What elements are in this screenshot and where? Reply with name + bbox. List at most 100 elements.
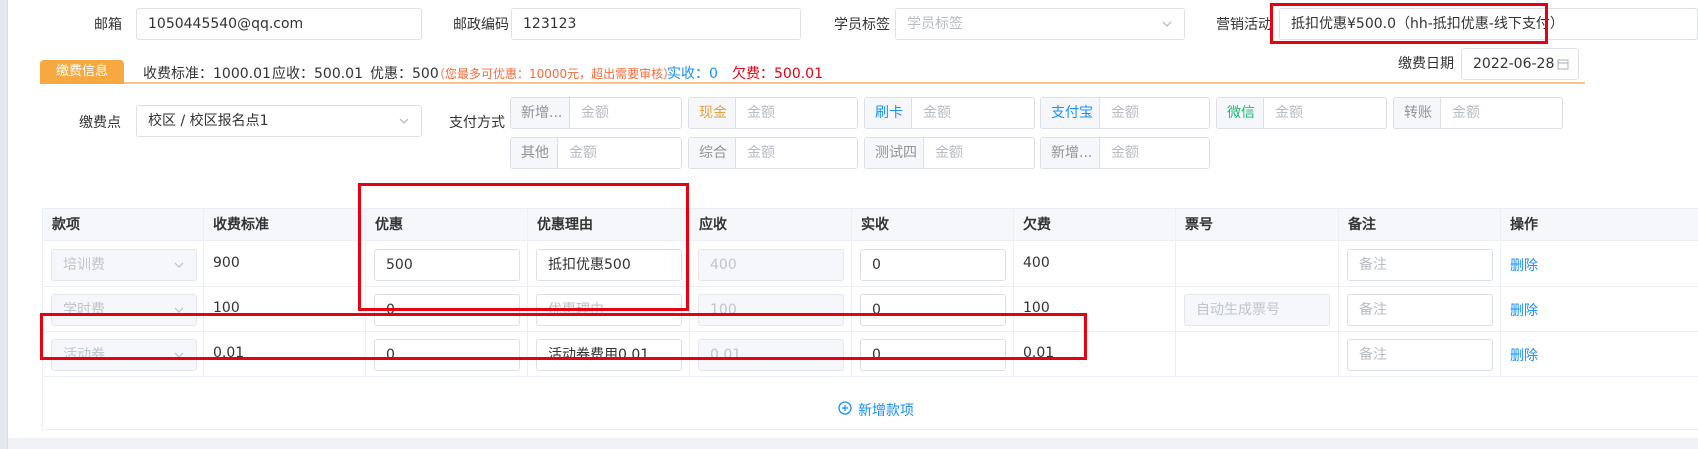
payment-method-r1-4[interactable]: 微信 金额 [1216,97,1387,129]
highlight-voucher-row [40,313,1087,360]
marketing-label: 营销活动 [1216,17,1272,33]
payment-summary-bar: 缴费信息 收费标准：1000.01 应收：500.01 优惠：500 （您最多可… [40,60,1585,84]
payment-amount-input[interactable]: 金额 [1264,98,1314,128]
standard-value: 900 [213,255,240,271]
payment-amount-input[interactable]: 金额 [1441,98,1491,128]
column-header-item: 款项 [43,209,204,241]
column-header-note: 备注 [1339,209,1501,241]
add-item-button[interactable]: 新增款项 [838,400,914,420]
chevron-down-icon [172,258,186,272]
cell-note: 备注 [1339,332,1501,377]
actual-input[interactable]: 0 [860,249,1006,281]
left-edge [0,0,8,449]
payment-method-name: 转账 [1394,98,1441,128]
summary-owed: 欠费：500.01 [732,66,823,82]
payment-form-panel: 邮箱 1050445540@qq.com 邮政编码 123123 学员标签 学员… [8,0,1698,438]
table-row: 培训费 900 500 抵扣优惠500 400 0 400 备注 删除 [43,242,1698,288]
payment-method-r2-0[interactable]: 其他 金额 [510,137,682,169]
chevron-down-icon [397,114,411,128]
chevron-down-icon [1160,17,1174,31]
column-header-action: 操作 [1501,209,1698,241]
add-item-label: 新增款项 [858,403,914,419]
payment-method-r1-5[interactable]: 转账 金额 [1393,97,1563,129]
payment-method-name: 其他 [511,138,558,168]
cell-ticket [1176,242,1339,288]
cell-ticket [1176,332,1339,377]
payment-method-name: 新增... [511,98,570,128]
table-header: 款项 收费标准 优惠 优惠理由 应收 实收 欠费 票号 备注 操作 [43,209,1698,241]
cell-standard: 900 [204,242,366,287]
payment-amount-input[interactable]: 金额 [736,138,786,168]
delete-link[interactable]: 删除 [1510,300,1538,320]
cell-action: 删除 [1501,242,1698,287]
note-input[interactable]: 备注 [1347,249,1493,281]
payment-method-r2-1[interactable]: 综合 金额 [688,137,858,169]
email-label: 邮箱 [94,17,122,33]
add-row-area: 新增款项 [43,388,1698,430]
cell-owed: 400 [1014,242,1176,287]
payment-method-r2-3[interactable]: 新增... 金额 [1040,137,1210,169]
cell-actual: 0 [852,242,1014,287]
payment-method-r1-0[interactable]: 新增... 金额 [510,97,682,129]
payment-amount-input[interactable]: 金额 [570,98,620,128]
cell-note: 备注 [1339,242,1501,287]
receivable-input: 400 [698,249,844,281]
note-input[interactable]: 备注 [1347,294,1493,326]
summary-receivable: 应收：500.01 [272,66,363,82]
payment-amount-input[interactable]: 金额 [1100,138,1150,168]
plus-circle-icon [838,401,852,419]
item-value: 培训费 [63,257,105,273]
summary-discount: 优惠：500 [370,66,439,82]
summary-actual: 实收：0 [667,66,718,82]
payment-method-r1-3[interactable]: 支付宝 金额 [1040,97,1210,129]
payment-point-label: 缴费点 [79,115,121,131]
payment-method-name: 测试四 [865,138,924,168]
cell-note: 备注 [1339,287,1501,332]
note-input[interactable]: 备注 [1347,339,1493,371]
delete-link[interactable]: 删除 [1510,255,1538,275]
date-label: 缴费日期 [1398,56,1454,72]
owed-value: 400 [1023,255,1050,271]
column-header-receivable: 应收 [690,209,852,241]
payment-amount-input[interactable]: 金额 [924,138,974,168]
payment-method-label: 支付方式 [449,115,505,131]
delete-link[interactable]: 删除 [1510,345,1538,365]
zip-field[interactable]: 123123 [511,8,801,40]
payment-amount-input[interactable]: 金额 [558,138,608,168]
summary-standard: 收费标准：1000.01 [143,66,271,82]
payment-method-name: 支付宝 [1041,98,1100,128]
date-value: 2022-06-28 [1473,56,1555,72]
column-header-owed: 欠费 [1014,209,1176,241]
ticket-input: 自动生成票号 [1184,294,1330,326]
payment-amount-input[interactable]: 金额 [912,98,962,128]
cell-item: 培训费 [43,242,204,287]
email-field[interactable]: 1050445540@qq.com [136,8,422,40]
student-tag-label: 学员标签 [834,17,890,33]
column-header-ticket: 票号 [1176,209,1339,241]
payment-amount-input[interactable]: 金额 [736,98,786,128]
date-picker[interactable]: 2022-06-28 [1461,48,1579,80]
payment-point-value: 校区 / 校区报名点1 [148,113,269,129]
zip-label: 邮政编码 [453,17,509,33]
payment-amount-input[interactable]: 金额 [1100,98,1150,128]
payment-method-name: 综合 [689,138,736,168]
payment-method-name: 微信 [1217,98,1264,128]
cell-action: 删除 [1501,287,1698,332]
section-tag: 缴费信息 [40,60,124,84]
payment-method-name: 现金 [689,98,736,128]
payment-method-r2-2[interactable]: 测试四 金额 [864,137,1035,169]
payment-method-name: 新增... [1041,138,1100,168]
cell-ticket: 自动生成票号 [1176,287,1339,333]
item-select[interactable]: 培训费 [51,249,197,281]
calendar-icon [1556,57,1570,71]
payment-method-r1-2[interactable]: 刷卡 金额 [864,97,1035,129]
student-tag-select[interactable]: 学员标签 [895,8,1185,40]
column-header-actual: 实收 [852,209,1014,241]
cell-receivable: 400 [690,242,852,287]
column-header-standard: 收费标准 [204,209,366,241]
summary-discount-note: （您最多可优惠：10000元，超出需要审核） [433,67,676,81]
payment-method-name: 刷卡 [865,98,912,128]
payment-point-select[interactable]: 校区 / 校区报名点1 [136,105,422,137]
payment-method-r1-1[interactable]: 现金 金额 [688,97,858,129]
highlight-marketing [1270,3,1548,44]
